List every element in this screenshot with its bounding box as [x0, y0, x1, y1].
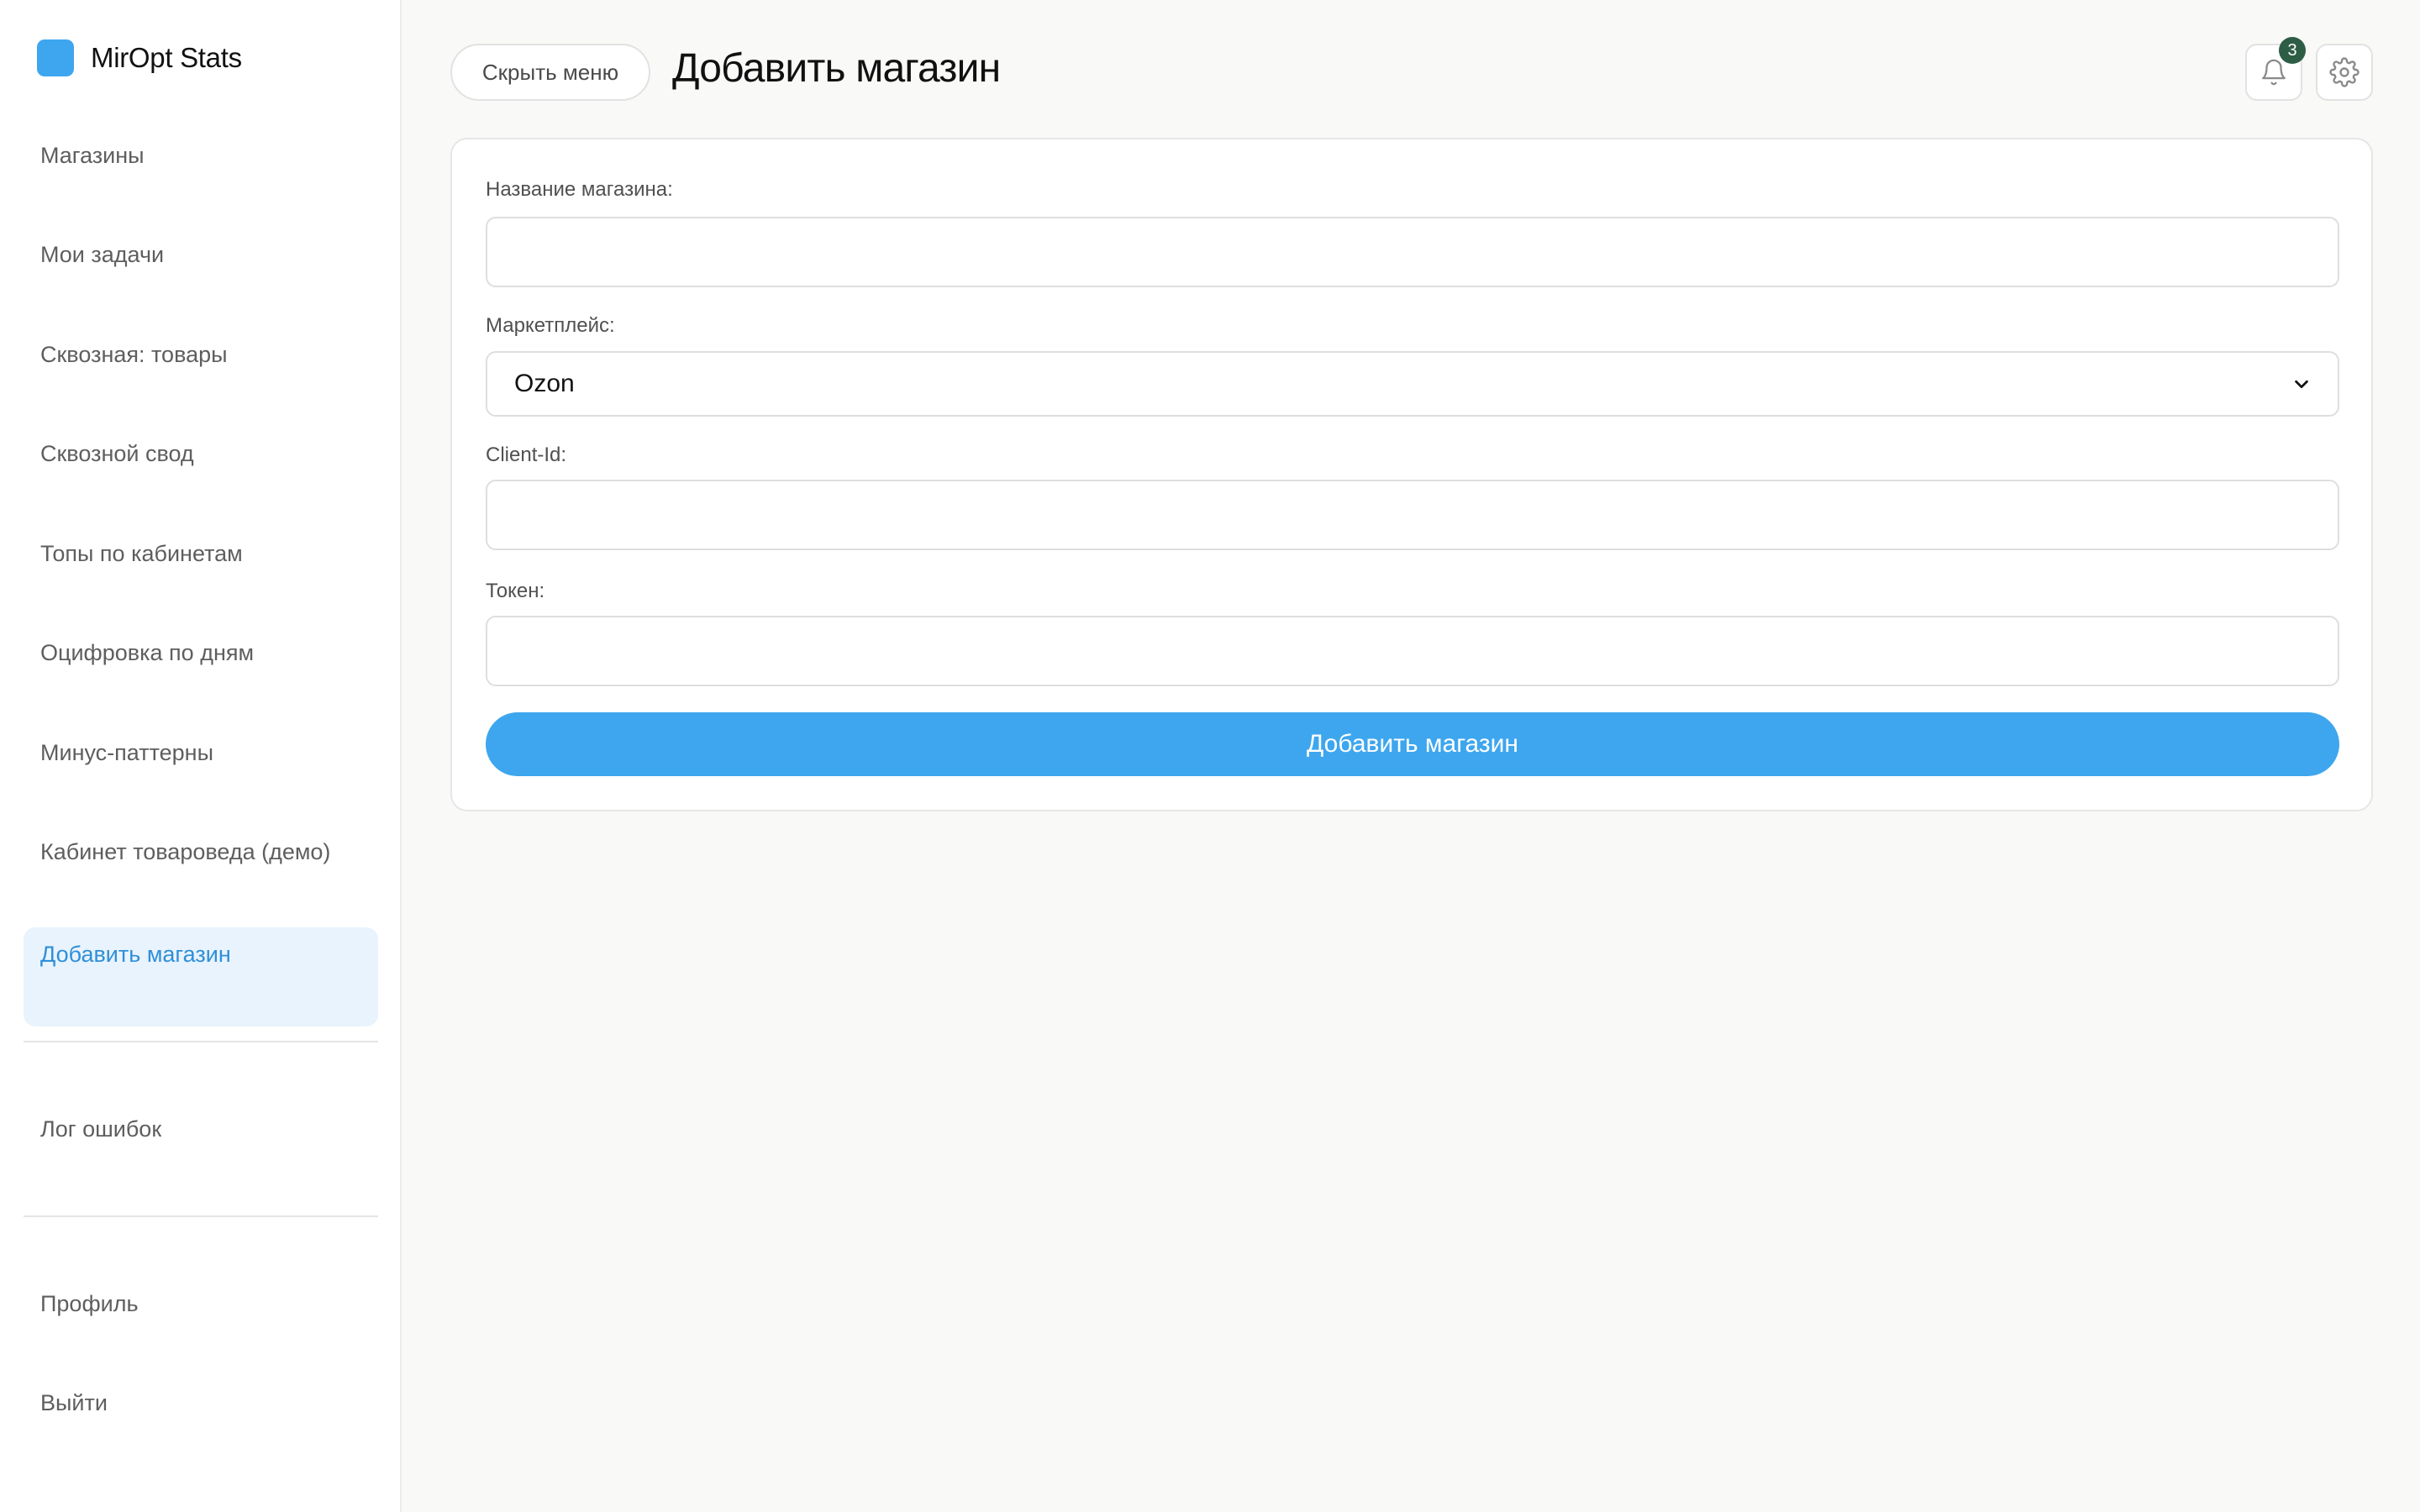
bell-icon — [2262, 59, 2286, 86]
sidebar: MirOpt Stats Магазины Мои задачи Сквозна… — [0, 0, 402, 1512]
sidebar-item-my-tasks[interactable]: Мои задачи — [24, 242, 378, 268]
store-name-label: Название магазина: — [486, 178, 673, 201]
sidebar-item-cross-summary[interactable]: Сквозной свод — [24, 441, 378, 467]
brand[interactable]: MirOpt Stats — [37, 39, 242, 76]
sidebar-item-logout[interactable]: Выйти — [24, 1390, 378, 1416]
sidebar-item-minus-patterns[interactable]: Минус-паттерны — [24, 740, 378, 766]
sidebar-item-add-store[interactable]: Добавить магазин — [24, 927, 378, 1026]
page-title: Добавить магазин — [672, 46, 1001, 91]
add-store-form-card: Название магазина: Маркетплейс: Ozon Cli… — [450, 138, 2373, 811]
sidebar-divider — [24, 1041, 378, 1042]
sidebar-item-error-log[interactable]: Лог ошибок — [24, 1116, 378, 1142]
client-id-input[interactable] — [486, 480, 2339, 550]
token-input[interactable] — [486, 616, 2339, 686]
notification-count-badge: 3 — [2279, 37, 2306, 64]
sidebar-item-cross-products[interactable]: Сквозная: товары — [24, 342, 378, 368]
client-id-label: Client-Id: — [486, 444, 567, 466]
gear-icon — [2329, 57, 2360, 87]
marketplace-select[interactable]: Ozon — [486, 351, 2339, 417]
sidebar-item-tops-by-cabinet[interactable]: Топы по кабинетам — [24, 541, 378, 567]
settings-button[interactable] — [2316, 44, 2373, 101]
marketplace-label: Маркетплейс: — [486, 314, 615, 337]
sidebar-item-stores[interactable]: Магазины — [24, 143, 378, 169]
brand-logo-icon — [37, 39, 74, 76]
sidebar-item-merchandiser-cabinet[interactable]: Кабинет товароведа (демо) — [24, 839, 378, 865]
marketplace-selected-value: Ozon — [514, 370, 575, 397]
notifications-button[interactable]: 3 — [2245, 37, 2306, 101]
add-store-submit-button[interactable]: Добавить магазин — [486, 712, 2339, 776]
hide-menu-button[interactable]: Скрыть меню — [450, 44, 650, 101]
store-name-input[interactable] — [486, 217, 2339, 287]
token-label: Токен: — [486, 580, 545, 602]
sidebar-divider — [24, 1215, 378, 1217]
sidebar-item-profile[interactable]: Профиль — [24, 1291, 378, 1317]
brand-name: MirOpt Stats — [91, 42, 242, 73]
chevron-down-icon — [2295, 380, 2308, 389]
sidebar-item-daily-digitization[interactable]: Оцифровка по дням — [24, 640, 378, 666]
